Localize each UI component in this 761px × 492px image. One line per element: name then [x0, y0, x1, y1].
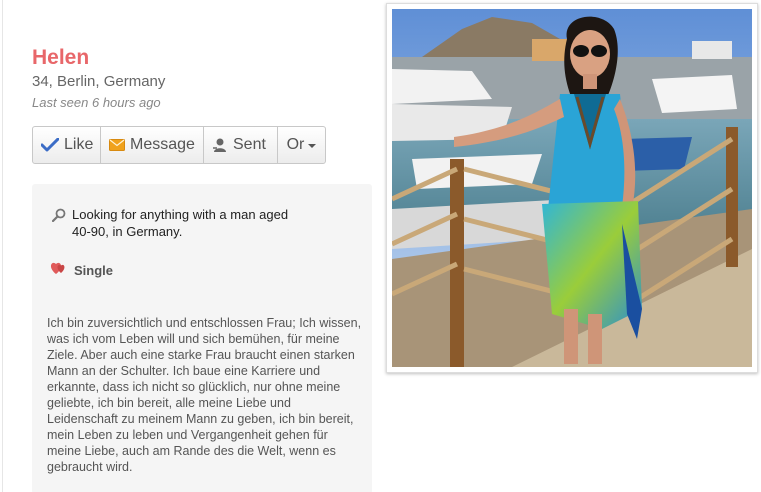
message-label: Message [130, 136, 195, 153]
relationship-status: Single [74, 263, 114, 278]
message-button[interactable]: Message [101, 127, 204, 163]
looking-for-row: Looking for anything with a man aged 40-… [51, 206, 292, 240]
sent-label: Sent [233, 136, 266, 153]
profile-photo[interactable] [392, 9, 752, 367]
profile-bio: Ich bin zuversichtlich und entschlossen … [47, 316, 362, 474]
chevron-down-icon [308, 144, 317, 148]
profile-action-bar: Like Message Sent Or [32, 126, 326, 164]
like-label: Like [64, 136, 94, 153]
profile-info-panel: Looking for anything with a man aged 40-… [32, 184, 372, 492]
sent-button[interactable]: Sent [204, 127, 278, 163]
relationship-status-row: Single [50, 261, 113, 280]
profile-photo-frame[interactable] [386, 3, 758, 373]
checkmark-icon [41, 138, 59, 152]
like-button[interactable]: Like [33, 127, 101, 163]
search-icon [51, 208, 72, 240]
profile-name: Helen [32, 46, 90, 69]
page-left-border [2, 0, 3, 492]
looking-for-text: Looking for anything with a man aged 40-… [72, 207, 289, 239]
user-sent-icon [212, 137, 228, 153]
envelope-icon [109, 139, 125, 151]
hearts-icon [50, 261, 74, 280]
last-seen-status: Last seen 6 hours ago [32, 95, 161, 110]
profile-location: 34, Berlin, Germany [32, 73, 166, 90]
more-label: Or [286, 136, 305, 153]
more-dropdown-button[interactable]: Or [278, 127, 325, 163]
